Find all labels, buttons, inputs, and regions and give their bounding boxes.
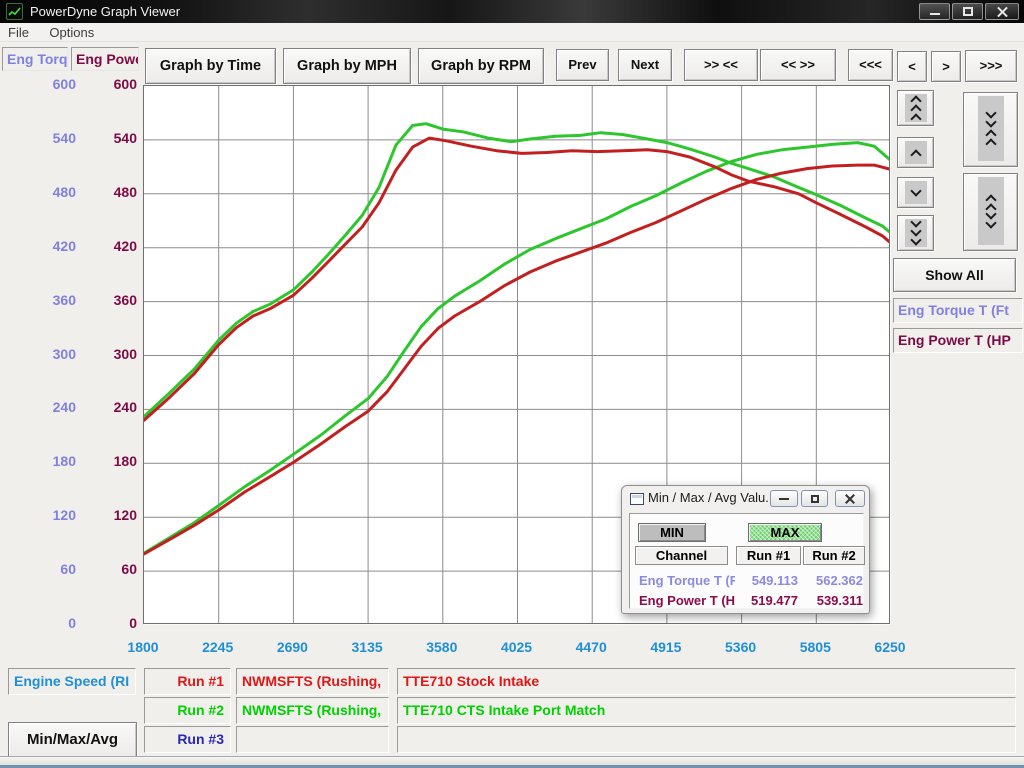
prev-button[interactable]: Prev bbox=[556, 49, 609, 81]
min-toggle-button[interactable]: MIN bbox=[638, 523, 706, 542]
rpm-axis-tick: 2690 bbox=[262, 639, 322, 655]
close-button[interactable] bbox=[985, 3, 1019, 20]
chevrons-inward-icon bbox=[978, 96, 1004, 161]
rpm-axis-tick: 6250 bbox=[860, 639, 920, 655]
power-axis-tick: 0 bbox=[0, 615, 137, 631]
powerdyne-window: PowerDyne Graph Viewer File Options Eng … bbox=[0, 0, 1024, 768]
graph-by-mph-button[interactable]: Graph by MPH bbox=[283, 48, 411, 84]
zoom-out-x-button[interactable]: << >> bbox=[760, 49, 836, 81]
max-toggle-button[interactable]: MAX bbox=[748, 523, 822, 542]
status-bar bbox=[0, 756, 1024, 768]
graph-by-rpm-button[interactable]: Graph by RPM bbox=[418, 48, 544, 84]
run1-dyno-field[interactable]: NWMSFTS (Rushing, bbox=[236, 668, 389, 695]
minmax-window-title: Min / Max / Avg Valu... bbox=[648, 490, 776, 505]
power-axis-tick: 540 bbox=[0, 130, 137, 146]
chevrons-outward-icon bbox=[978, 177, 1004, 245]
power-axis-tick: 480 bbox=[0, 184, 137, 200]
app-icon bbox=[6, 3, 23, 20]
rpm-axis-tick: 5805 bbox=[785, 639, 845, 655]
rpm-axis-tick: 4025 bbox=[487, 639, 547, 655]
run2-dyno-field[interactable]: NWMSFTS (Rushing, bbox=[236, 697, 389, 724]
menu-bar: File Options bbox=[0, 23, 1024, 42]
scroll-left-fast-button[interactable]: <<< bbox=[848, 49, 893, 81]
run2-description-field[interactable]: TTE710 CTS Intake Port Match bbox=[397, 697, 1016, 724]
row-torque-run1-max: 549.113 bbox=[736, 573, 798, 588]
run1-description-field[interactable]: TTE710 Stock Intake bbox=[397, 668, 1016, 695]
minmaxavg-button[interactable]: Min/Max/Avg bbox=[8, 722, 137, 758]
scroll-left-button[interactable]: < bbox=[897, 51, 927, 82]
rpm-axis-tick: 1800 bbox=[113, 639, 173, 655]
run3-description-field[interactable] bbox=[397, 726, 1016, 753]
channel-list-torque[interactable]: Eng Torque T (Ft bbox=[893, 298, 1023, 323]
rpm-axis-tick: 5360 bbox=[711, 639, 771, 655]
chevron-up-icon bbox=[905, 141, 927, 164]
torque-channel-header[interactable]: Eng Torq bbox=[2, 47, 68, 71]
power-axis-tick: 360 bbox=[0, 292, 137, 308]
run3-dyno-field[interactable] bbox=[236, 726, 389, 753]
maximize-button[interactable] bbox=[952, 3, 983, 20]
power-axis-tick: 180 bbox=[0, 453, 137, 469]
minmax-minimize-button[interactable] bbox=[770, 490, 798, 507]
shift-down-fast-button[interactable] bbox=[897, 215, 934, 251]
rpm-axis-tick: 3135 bbox=[337, 639, 397, 655]
run3-label: Run #3 bbox=[144, 726, 231, 753]
shift-up-fast-button[interactable] bbox=[897, 90, 934, 126]
power-axis-tick: 300 bbox=[0, 346, 137, 362]
column-header-run1[interactable]: Run #1 bbox=[736, 546, 801, 565]
power-axis-tick: 600 bbox=[0, 76, 137, 92]
rpm-axis-tick: 4470 bbox=[561, 639, 621, 655]
x-axis-channel-field[interactable]: Engine Speed (RI bbox=[8, 668, 136, 695]
power-axis-tick: 120 bbox=[0, 507, 137, 523]
rpm-axis-tick: 3580 bbox=[412, 639, 472, 655]
rpm-axis-tick: 4915 bbox=[636, 639, 696, 655]
power-axis-tick: 240 bbox=[0, 399, 137, 415]
row-torque-channel: Eng Torque T (Ft- bbox=[639, 573, 735, 588]
column-header-channel[interactable]: Channel bbox=[635, 546, 728, 565]
next-button[interactable]: Next bbox=[618, 49, 672, 81]
shift-down-button[interactable] bbox=[897, 177, 934, 208]
window-title: PowerDyne Graph Viewer bbox=[30, 0, 180, 23]
minimize-icon bbox=[779, 498, 789, 500]
power-axis-tick: 420 bbox=[0, 238, 137, 254]
rpm-axis-tick: 2245 bbox=[188, 639, 248, 655]
row-power-run2-max: 539.311 bbox=[803, 593, 863, 608]
graph-by-time-button[interactable]: Graph by Time bbox=[145, 48, 276, 84]
run1-label: Run #1 bbox=[144, 668, 231, 695]
row-power-channel: Eng Power T (HP) bbox=[639, 593, 735, 608]
zoom-in-x-button[interactable]: >> << bbox=[684, 49, 758, 81]
scroll-right-fast-button[interactable]: >>> bbox=[965, 50, 1017, 82]
minmax-values-window[interactable]: Min / Max / Avg Valu... MIN MAX Channel … bbox=[621, 485, 870, 614]
maximize-icon bbox=[963, 7, 973, 16]
dialog-icon bbox=[630, 493, 644, 505]
minmax-close-button[interactable] bbox=[835, 490, 865, 507]
scale-compress-button[interactable] bbox=[963, 92, 1018, 167]
triple-chevron-up-icon bbox=[905, 94, 927, 122]
triple-chevron-down-icon bbox=[905, 219, 927, 247]
restore-icon bbox=[811, 495, 819, 503]
row-power-run1-max: 519.477 bbox=[736, 593, 798, 608]
chevron-down-icon bbox=[905, 181, 927, 204]
menu-file[interactable]: File bbox=[0, 23, 37, 42]
title-bar[interactable]: PowerDyne Graph Viewer bbox=[0, 0, 1024, 23]
power-channel-header[interactable]: Eng Powe bbox=[71, 47, 139, 71]
minimize-button[interactable] bbox=[919, 3, 950, 20]
scale-expand-button[interactable] bbox=[963, 173, 1018, 251]
menu-options[interactable]: Options bbox=[41, 23, 102, 42]
minimize-icon bbox=[930, 13, 940, 15]
power-axis-tick: 60 bbox=[0, 561, 137, 577]
shift-up-button[interactable] bbox=[897, 137, 934, 168]
minmax-restore-button[interactable] bbox=[801, 490, 828, 507]
channel-list-power[interactable]: Eng Power T (HP bbox=[893, 328, 1023, 353]
column-header-run2[interactable]: Run #2 bbox=[803, 546, 865, 565]
scroll-right-button[interactable]: > bbox=[931, 51, 961, 82]
show-all-button[interactable]: Show All bbox=[893, 258, 1016, 292]
row-torque-run2-max: 562.362 bbox=[803, 573, 863, 588]
minmax-content: MIN MAX Channel Run #1 Run #2 Eng Torque… bbox=[629, 513, 864, 609]
run2-label: Run #2 bbox=[144, 697, 231, 724]
